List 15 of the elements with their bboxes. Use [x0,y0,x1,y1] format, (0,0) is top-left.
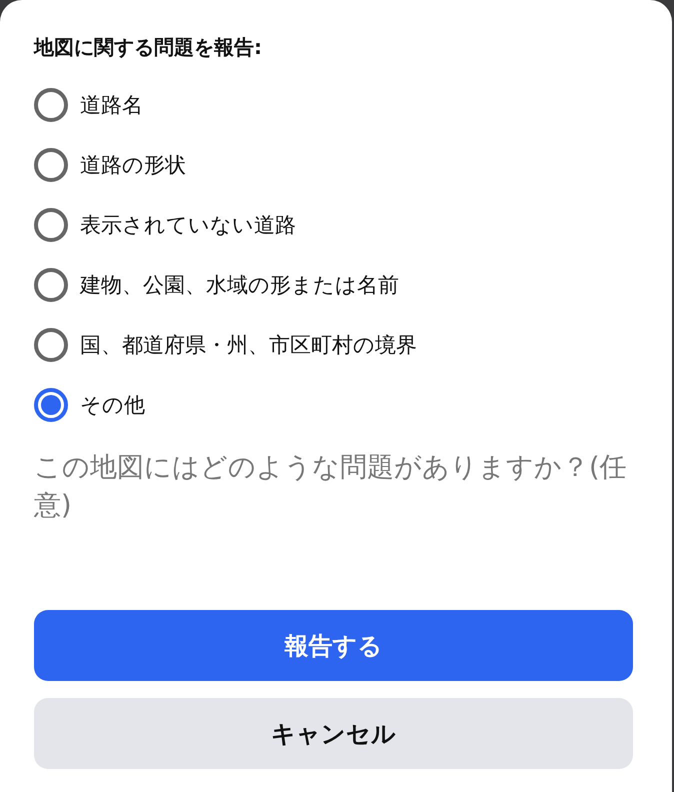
radio-button[interactable] [34,88,68,122]
radio-button[interactable] [34,148,68,182]
option-label: 道路の形状 [80,152,186,179]
radio-button[interactable] [34,388,68,422]
radio-button[interactable] [34,328,68,362]
report-button[interactable]: 報告する [34,610,633,681]
option-label: その他 [80,392,145,419]
radio-button[interactable] [34,268,68,302]
dialog-title: 地図に関する問題を報告: [34,34,263,61]
option-label: 道路名 [80,92,143,119]
option-label: 表示されていない道路 [80,212,296,239]
option-label: 建物、公園、水域の形または名前 [80,272,399,299]
option-label: 国、都道府県・州、市区町村の境界 [80,332,417,359]
radio-button[interactable] [34,208,68,242]
cancel-button[interactable]: キャンセル [34,698,633,769]
